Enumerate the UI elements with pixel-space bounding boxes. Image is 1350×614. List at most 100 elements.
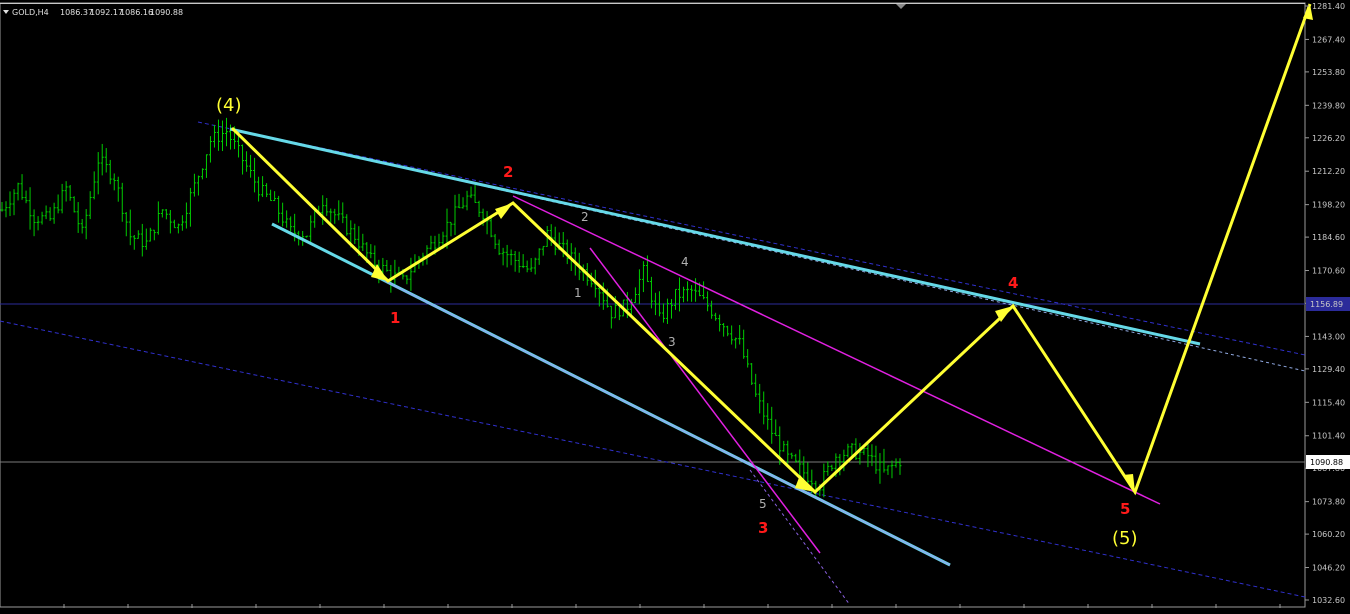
cyan-upper-trendline[interactable] [229, 127, 1201, 346]
price-bar [766, 403, 770, 430]
price-bar [80, 219, 84, 234]
price-bar [140, 223, 144, 257]
price-bar [521, 254, 525, 269]
price-bar [144, 228, 148, 250]
price-bar [180, 215, 184, 231]
price-bar [754, 373, 758, 397]
price-bar [633, 287, 637, 303]
price-tick-label: 1239.80 [1312, 101, 1345, 110]
low-value: 1086.16 [120, 8, 153, 17]
price-bar [517, 251, 521, 273]
price-bar [786, 440, 790, 464]
price-bar [537, 248, 541, 265]
price-bar [160, 209, 164, 218]
price-bar [124, 212, 128, 237]
price-bar [220, 120, 224, 152]
price-bar [794, 453, 798, 463]
price-bar [20, 174, 24, 200]
price-bar [686, 281, 690, 302]
price-bar [525, 260, 529, 273]
symbol-label: GOLD,H4 [12, 8, 49, 17]
price-bar [529, 258, 533, 272]
price-bar [641, 261, 645, 293]
price-bar [678, 277, 682, 312]
arrow-heads [371, 4, 1313, 492]
price-bar [405, 275, 409, 285]
price-bar [60, 183, 64, 214]
price-bar [870, 444, 874, 467]
price-bar [196, 175, 200, 196]
magenta-upper-trendline[interactable] [512, 195, 1161, 505]
price-bar [313, 209, 317, 228]
price-bar [449, 221, 453, 237]
wave-label-5: 5 [1120, 500, 1130, 518]
wave-label-1: 1 [390, 309, 400, 327]
price-bar [245, 151, 249, 172]
hline-price-label: 1156.89 [1310, 300, 1343, 309]
price-bar [265, 183, 269, 198]
price-bar [878, 453, 882, 484]
price-bar [40, 211, 44, 225]
price-tick-label: 1184.60 [1312, 233, 1345, 242]
price-bar [826, 461, 830, 476]
price-bar [204, 154, 208, 178]
wave-label-4: 4 [1008, 274, 1018, 292]
price-bar [858, 443, 862, 465]
price-bar [96, 152, 100, 195]
price-bar [188, 187, 192, 227]
price-bar [497, 239, 501, 256]
price-bar [8, 191, 12, 217]
price-bar [0, 201, 4, 212]
price-bar [750, 363, 754, 386]
price-bar [64, 181, 68, 202]
price-bar [637, 269, 641, 305]
price-bar [12, 189, 16, 216]
price-bar [172, 219, 176, 229]
price-bar [353, 223, 357, 244]
wave-label-major-5: (5) [1112, 528, 1138, 549]
price-bar [208, 136, 212, 163]
price-tick-label: 1281.40 [1312, 2, 1345, 11]
price-bar [465, 190, 469, 211]
price-bar [168, 209, 172, 234]
price-bar [305, 235, 309, 238]
price-bar [4, 201, 8, 218]
price-bar [738, 324, 742, 345]
price-bar [253, 157, 257, 193]
price-bar [461, 197, 465, 209]
high-value: 1092.17 [90, 8, 123, 17]
price-bar [261, 176, 265, 198]
price-bar [806, 462, 810, 484]
dashed-channel-lower[interactable] [0, 320, 1306, 598]
price-bars [0, 117, 902, 498]
symbol-menu-icon[interactable] [3, 10, 9, 14]
price-bar [148, 227, 152, 242]
price-bar [665, 298, 669, 324]
price-bar [726, 325, 730, 337]
price-bar [533, 257, 537, 275]
wave-label-major-4: (4) [216, 95, 242, 116]
arrow-head-2 [495, 203, 513, 219]
price-bar [886, 465, 890, 475]
price-bar [854, 438, 858, 461]
price-bar [92, 171, 96, 200]
price-chart[interactable]: (4) (5) 1 2 3 4 5 1 2 3 4 5 GOLD,H4 1086… [0, 0, 1350, 610]
dashed-channel-upper[interactable] [197, 121, 1306, 356]
price-bar [505, 244, 509, 268]
price-bar [882, 448, 886, 473]
price-bar [770, 406, 774, 444]
price-bar [112, 173, 116, 191]
price-tick-label: 1129.40 [1312, 365, 1345, 374]
chart-window[interactable]: (4) (5) 1 2 3 4 5 1 2 3 4 5 GOLD,H4 1086… [0, 0, 1350, 610]
price-bar [790, 452, 794, 459]
price-bar [325, 197, 329, 216]
price-bar [369, 244, 373, 259]
price-bar [457, 193, 461, 209]
price-bar [241, 144, 245, 175]
price-bar [16, 182, 20, 201]
price-bar [164, 209, 168, 220]
price-bar [714, 312, 718, 321]
price-bar [477, 200, 481, 218]
price-bar [565, 239, 569, 265]
shift-marker-icon[interactable] [896, 4, 906, 9]
